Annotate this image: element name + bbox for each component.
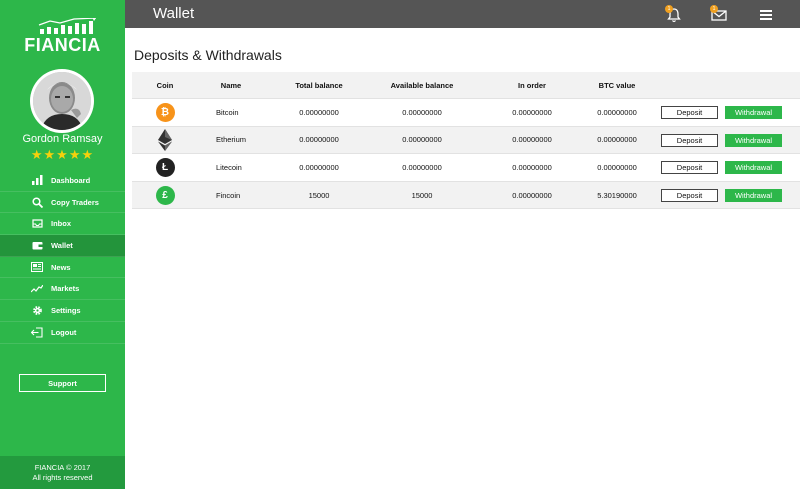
withdrawal-button[interactable]: Withdrawal [725,106,782,119]
gear-icon [31,304,43,316]
in-order: 0.00000000 [512,107,552,117]
notifications-badge: 1 [665,5,673,13]
wallet-icon [31,239,43,251]
btc-value: 0.00000000 [597,162,637,172]
inbox-icon [31,218,43,230]
available-balance: 0.00000000 [402,107,442,117]
withdrawal-button[interactable]: Withdrawal [725,161,782,175]
brand-logo[interactable]: FIANCIA [0,14,125,55]
sidebar-item-logout[interactable]: Logout [0,322,125,344]
sidebar-item-label: News [51,262,71,272]
support-button[interactable]: Support [19,374,106,392]
sidebar-item-news[interactable]: News [0,257,125,279]
total-balance: 0.00000000 [299,135,339,145]
sidebar-item-label: Markets [51,284,80,294]
deposit-button[interactable]: Deposit [661,106,718,119]
bar-chart-icon [31,174,43,186]
coin-name: Etherium [216,135,247,145]
btc-value: 0.00000000 [597,135,637,145]
user-name: Gordon Ramsay [22,133,103,145]
table-row: Ł Litecoin 0.00000000 0.00000000 0.00000… [132,154,800,182]
bitcoin-icon: ₿ [155,102,175,122]
column-header-total-balance: Total balance [295,80,343,90]
deposit-button[interactable]: Deposit [661,133,718,147]
sidebar-item-label: Settings [51,305,81,315]
ethereum-icon [158,128,172,151]
column-header-available-balance: Available balance [390,80,454,90]
table-row: £ Fincoin 15000 15000 0.00000000 5.30190… [132,181,800,210]
app: FIANCIA Gordon Ramsay ★★★★★ Dashboard Co… [0,0,800,489]
trend-line-icon [31,283,43,295]
messages-button[interactable]: 1 [710,5,728,24]
available-balance: 0.00000000 [402,135,442,145]
top-header: Wallet 1 1 [125,0,800,28]
btc-value: 5.30190000 [597,190,637,200]
wallet-table: Coin Name Total balance Available balanc… [132,72,800,210]
sidebar-nav: Dashboard Copy Traders Inbox Wallet News… [0,170,125,344]
total-balance: 0.00000000 [299,107,339,117]
withdrawal-button[interactable]: Withdrawal [725,133,782,147]
total-balance: 15000 [308,190,330,200]
sidebar-item-copy-traders[interactable]: Copy Traders [0,192,125,214]
sidebar-item-inbox[interactable]: Inbox [0,213,125,236]
menu-button[interactable] [757,6,775,24]
page-title: Wallet [153,5,195,22]
sidebar-item-label: Inbox [51,219,71,229]
sidebar-footer: FIANCIA © 2017 All rights reserved [0,456,125,489]
withdrawal-button[interactable]: Withdrawal [725,188,782,202]
sidebar-item-dashboard[interactable]: Dashboard [0,170,125,192]
in-order: 0.00000000 [512,190,552,200]
sidebar-item-label: Logout [51,327,77,337]
sidebar-item-markets[interactable]: Markets [0,278,125,301]
brand-name: FIANCIA [24,35,101,55]
logout-icon [31,326,43,338]
hamburger-menu-icon [760,10,772,20]
newspaper-icon [31,261,43,273]
rating-stars: ★★★★★ [30,147,95,162]
available-balance: 15000 [411,190,433,200]
coin-name: Bitcoin [216,107,239,117]
sidebar: FIANCIA Gordon Ramsay ★★★★★ Dashboard Co… [0,0,125,489]
coin-name: Fincoin [216,190,241,200]
sidebar-item-label: Copy Traders [51,197,99,207]
column-header-coin: Coin [156,80,174,90]
sidebar-item-settings[interactable]: Settings [0,300,125,322]
coin-name: Litecoin [216,162,242,172]
in-order: 0.00000000 [512,135,552,145]
notifications-button[interactable]: 1 [665,5,683,24]
footer-rights: All rights reserved [32,472,93,482]
avatar[interactable] [30,69,94,133]
total-balance: 0.00000000 [299,162,339,172]
messages-badge: 1 [710,5,718,13]
litecoin-icon: Ł [155,157,175,177]
sidebar-item-label: Wallet [51,240,73,250]
table-row: ₿ Bitcoin 0.00000000 0.00000000 0.000000… [132,99,800,127]
logo-chart-icon [38,18,97,34]
sidebar-item-label: Dashboard [51,175,91,185]
footer-copyright: FIANCIA © 2017 [34,462,91,472]
btc-value: 0.00000000 [597,107,637,117]
table-header-row: Coin Name Total balance Available balanc… [132,72,800,99]
column-header-in-order: In order [518,80,546,90]
avatar-photo [33,72,91,130]
deposit-button[interactable]: Deposit [661,188,718,202]
sidebar-item-wallet[interactable]: Wallet [0,235,125,257]
fincoin-icon: £ [155,185,175,205]
column-header-btc-value: BTC value [598,80,636,90]
table-row: Etherium 0.00000000 0.00000000 0.0000000… [132,126,800,155]
available-balance: 0.00000000 [402,162,442,172]
deposit-button[interactable]: Deposit [661,161,718,175]
search-icon [31,196,43,208]
in-order: 0.00000000 [512,162,552,172]
section-title: Deposits & Withdrawals [134,47,282,63]
column-header-name: Name [220,80,242,90]
